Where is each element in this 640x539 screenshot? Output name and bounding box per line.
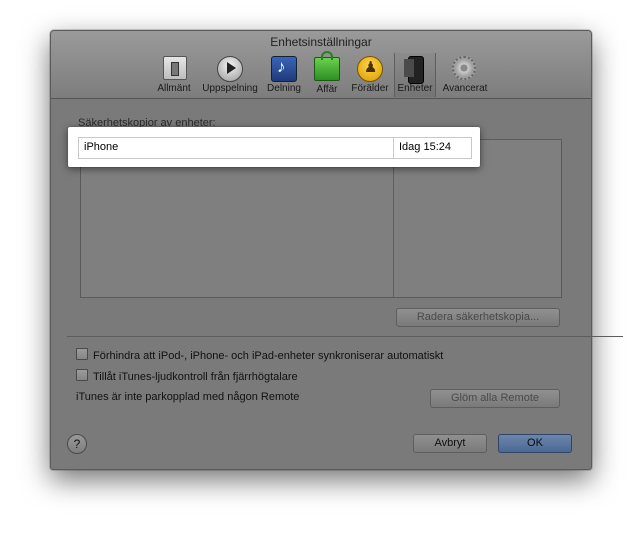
advanced-gear-icon [452,56,476,80]
store-bag-icon [314,57,340,81]
prevent-sync-checkbox[interactable] [76,348,88,360]
tab-playback-label: Uppspelning [202,83,258,94]
tab-sharing-label: Delning [267,83,301,94]
tab-sharing[interactable]: Delning [263,53,305,97]
general-switch-icon [163,56,187,80]
tab-playback[interactable]: Uppspelning [199,53,261,97]
tab-store-label: Affär [316,84,338,95]
tab-advanced-label: Avancerat [442,83,488,94]
tab-parental[interactable]: Förälder [347,53,393,97]
allow-remote-audio-option[interactable]: Tillåt iTunes-ljudkontroll från fjärrhög… [76,369,298,383]
tab-general-label: Allmänt [157,83,191,94]
help-button[interactable]: ? [67,434,87,454]
remote-status-text: iTunes är inte parkopplad med någon Remo… [76,391,300,403]
tab-parental-label: Förälder [351,83,389,94]
delete-backup-button[interactable]: Radera säkerhetskopia... [396,308,560,327]
toolbar: Enhetsinställningar Allmänt Uppspelning … [51,31,591,99]
parental-icon [357,56,383,82]
allow-remote-audio-checkbox[interactable] [76,369,88,381]
table-row[interactable]: iPhone Idag 15:24 [78,137,472,159]
ok-button[interactable]: OK [498,434,572,453]
prevent-sync-option[interactable]: Förhindra att iPod-, iPhone- och iPad-en… [76,348,443,362]
separator-line [67,336,623,337]
tab-store[interactable]: Affär [309,53,345,97]
tab-general[interactable]: Allmänt [151,53,197,97]
tab-advanced[interactable]: Avancerat [439,53,491,97]
cancel-button[interactable]: Avbryt [413,434,487,453]
sharing-music-icon [271,56,297,82]
tab-devices-label: Enheter [397,83,433,94]
row-column-separator [393,138,394,158]
allow-remote-audio-label: Tillåt iTunes-ljudkontroll från fjärrhög… [93,371,298,383]
window-title: Enhetsinställningar [270,35,372,49]
backup-date: Idag 15:24 [399,141,451,153]
backup-device-name: iPhone [84,141,119,153]
tab-devices[interactable]: Enheter [394,53,436,97]
screen: Enhetsinställningar Allmänt Uppspelning … [0,0,640,539]
forget-remotes-button[interactable]: Glöm alla Remote [430,389,560,408]
prevent-sync-label: Förhindra att iPod-, iPhone- och iPad-en… [93,350,444,362]
play-icon [217,56,243,82]
devices-iphone-icon [408,56,424,84]
